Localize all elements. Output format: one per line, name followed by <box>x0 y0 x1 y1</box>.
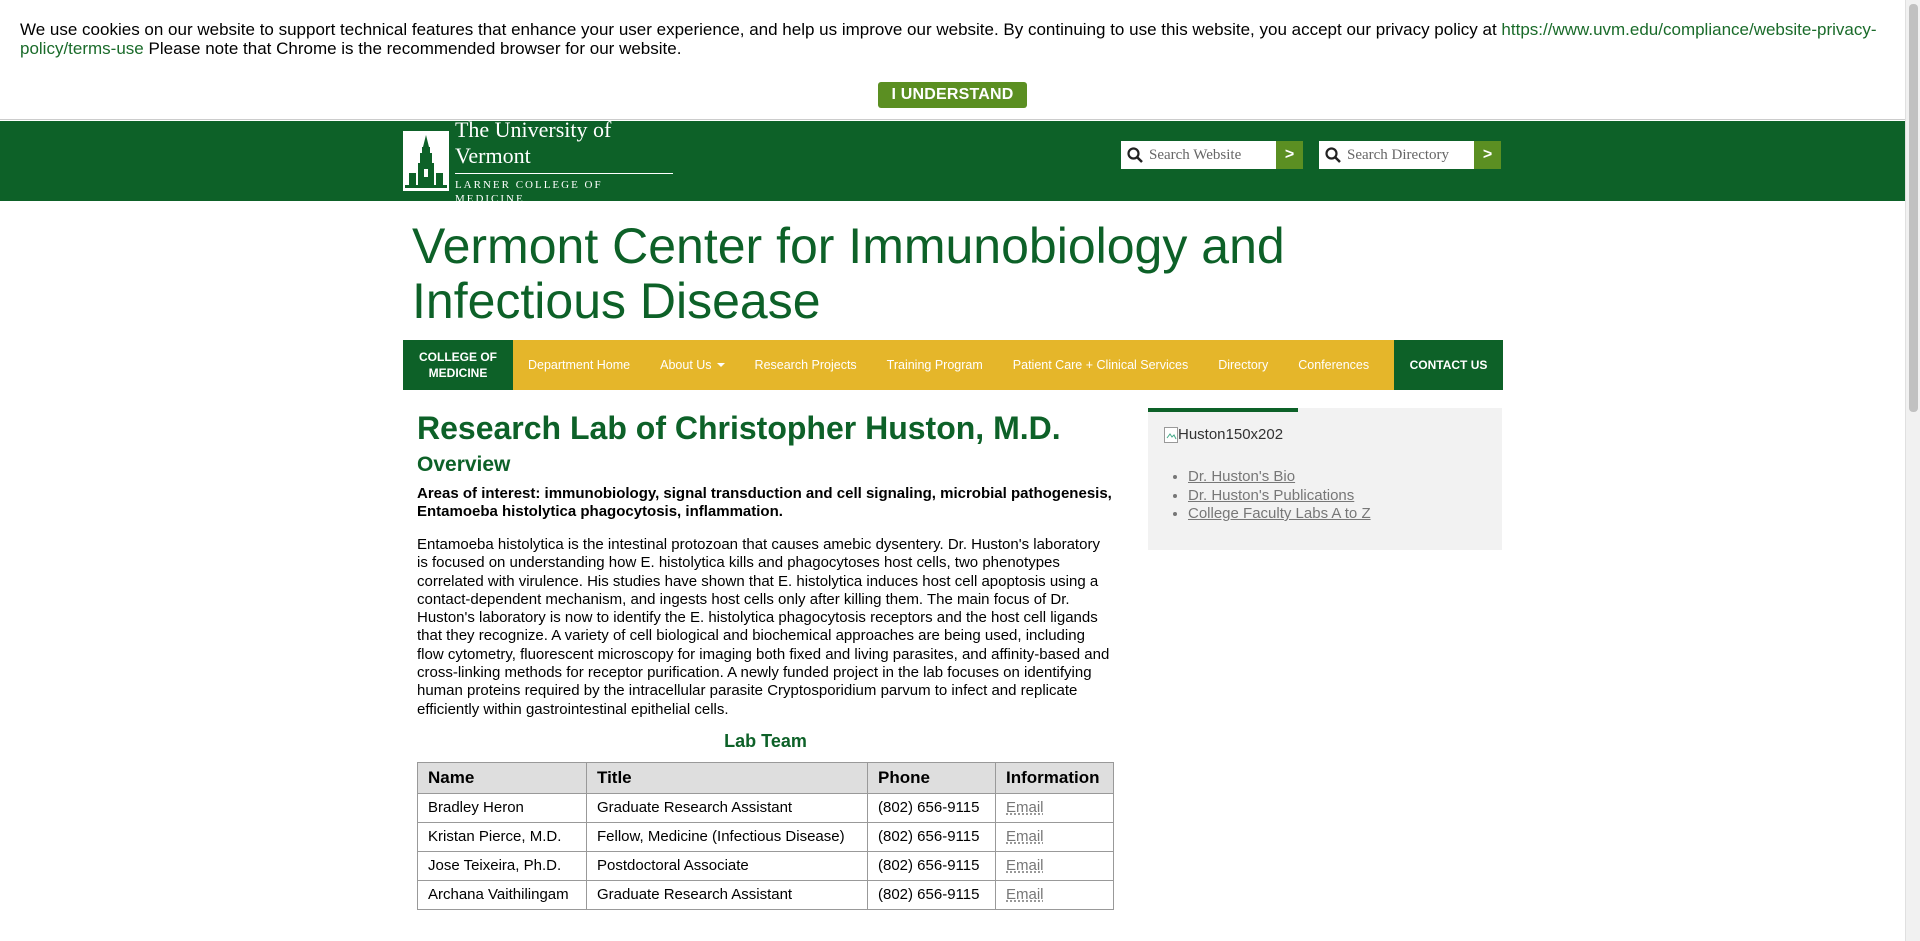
main-content: Research Lab of Christopher Huston, M.D.… <box>417 410 1114 910</box>
table-header-row: Name Title Phone Information <box>417 761 1114 794</box>
nav-department-home[interactable]: Department Home <box>513 340 645 390</box>
profile-image-alt: Huston150x202 <box>1178 426 1284 443</box>
search-directory-go-button[interactable]: > <box>1474 141 1501 169</box>
member-info: Email <box>995 792 1114 823</box>
search-website-input[interactable] <box>1149 142 1274 168</box>
scrollbar-thumb[interactable] <box>1909 4 1918 412</box>
lab-team-table: Name Title Phone Information Bradley Her… <box>417 761 1114 910</box>
cookie-note: Please note that Chrome is the recommend… <box>148 39 682 58</box>
areas-of-interest: Areas of interest: immunobiology, signal… <box>417 485 1112 520</box>
nav-contact-us[interactable]: CONTACT US <box>1394 340 1503 390</box>
main-nav: COLLEGE OF MEDICINE Department Home Abou… <box>403 340 1503 390</box>
list-item: Dr. Huston's Publications <box>1188 487 1371 506</box>
list-item: College Faculty Labs A to Z <box>1188 505 1371 524</box>
uvm-logo[interactable]: The University of Vermont LARNER COLLEGE… <box>403 117 673 205</box>
member-info: Email <box>995 821 1114 852</box>
search-directory-input[interactable] <box>1347 142 1472 168</box>
publications-link[interactable]: Dr. Huston's Publications <box>1188 487 1354 504</box>
search-icon <box>1325 147 1341 163</box>
table-row: Kristan Pierce, M.D. Fellow, Medicine (I… <box>417 821 1114 852</box>
member-name: Archana Vaithilingam <box>417 879 587 910</box>
i-understand-button[interactable]: I UNDERSTAND <box>878 82 1027 108</box>
nav-research-projects[interactable]: Research Projects <box>740 340 872 390</box>
member-info: Email <box>995 850 1114 881</box>
caret-down-icon <box>716 363 725 367</box>
member-name: Jose Teixeira, Ph.D. <box>417 850 587 881</box>
table-row: Bradley Heron Graduate Research Assistan… <box>417 792 1114 823</box>
member-name: Bradley Heron <box>417 792 587 823</box>
lab-description: Entamoeba histolytica is the intestinal … <box>417 536 1110 718</box>
column-header-phone: Phone <box>867 761 996 794</box>
member-title: Postdoctoral Associate <box>586 850 868 881</box>
nav-conferences[interactable]: Conferences <box>1283 340 1384 390</box>
uvm-seal-icon <box>403 131 449 191</box>
list-item: Dr. Huston's Bio <box>1188 468 1371 487</box>
broken-image-icon <box>1164 426 1178 443</box>
column-header-information: Information <box>995 761 1114 794</box>
search-icon <box>1127 147 1143 163</box>
column-header-title: Title <box>586 761 868 794</box>
member-title: Graduate Research Assistant <box>586 792 868 823</box>
member-phone: (802) 656-9115 <box>867 821 996 852</box>
nav-about-us[interactable]: About Us <box>645 340 739 390</box>
nav-directory[interactable]: Directory <box>1203 340 1283 390</box>
table-row: Jose Teixeira, Ph.D. Postdoctoral Associ… <box>417 850 1114 881</box>
member-phone: (802) 656-9115 <box>867 879 996 910</box>
sidebar-accent-bar <box>1148 408 1298 412</box>
sidebar: Huston150x202 Dr. Huston's Bio Dr. Husto… <box>1148 408 1502 550</box>
nav-training-program[interactable]: Training Program <box>872 340 998 390</box>
nav-patient-care[interactable]: Patient Care + Clinical Services <box>998 340 1203 390</box>
member-info: Email <box>995 879 1114 910</box>
email-link[interactable]: Email <box>1006 828 1044 845</box>
member-title: Graduate Research Assistant <box>586 879 868 910</box>
logo-university-name: The University of Vermont <box>454 116 612 168</box>
faculty-labs-link[interactable]: College Faculty Labs A to Z <box>1188 505 1371 522</box>
nav-college-of-medicine[interactable]: COLLEGE OF MEDICINE <box>403 340 513 390</box>
email-link[interactable]: Email <box>1006 857 1044 874</box>
cookie-message: We use cookies on our website to support… <box>20 20 1885 58</box>
overview-heading: Overview <box>417 453 511 476</box>
search-website: > <box>1121 141 1303 169</box>
column-header-name: Name <box>417 761 587 794</box>
search-website-go-button[interactable]: > <box>1276 141 1303 169</box>
sidebar-links: Dr. Huston's Bio Dr. Huston's Publicatio… <box>1188 468 1371 524</box>
profile-image: Huston150x202 <box>1164 426 1283 443</box>
cookie-text: We use cookies on our website to support… <box>20 20 1497 39</box>
member-name: Kristan Pierce, M.D. <box>417 821 587 852</box>
member-title: Fellow, Medicine (Infectious Disease) <box>586 821 868 852</box>
table-row: Archana Vaithilingam Graduate Research A… <box>417 879 1114 910</box>
page-title: Research Lab of Christopher Huston, M.D. <box>417 410 1061 446</box>
cookie-banner: We use cookies on our website to support… <box>0 0 1905 120</box>
site-header: The University of Vermont LARNER COLLEGE… <box>0 117 1905 205</box>
email-link[interactable]: Email <box>1006 799 1044 816</box>
page: We use cookies on our website to support… <box>0 0 1905 941</box>
vertical-scrollbar[interactable] <box>1905 0 1920 941</box>
lab-team-heading: Lab Team <box>724 730 807 751</box>
site-title: Vermont Center for Immunobiology and Inf… <box>412 218 1285 329</box>
bio-link[interactable]: Dr. Huston's Bio <box>1188 468 1295 485</box>
logo-college-name: LARNER COLLEGE OF MEDICINE <box>454 172 673 206</box>
nav-about-us-label: About Us <box>660 358 712 372</box>
member-phone: (802) 656-9115 <box>867 850 996 881</box>
search-directory: > <box>1319 141 1501 169</box>
member-phone: (802) 656-9115 <box>867 792 996 823</box>
email-link[interactable]: Email <box>1006 886 1044 903</box>
